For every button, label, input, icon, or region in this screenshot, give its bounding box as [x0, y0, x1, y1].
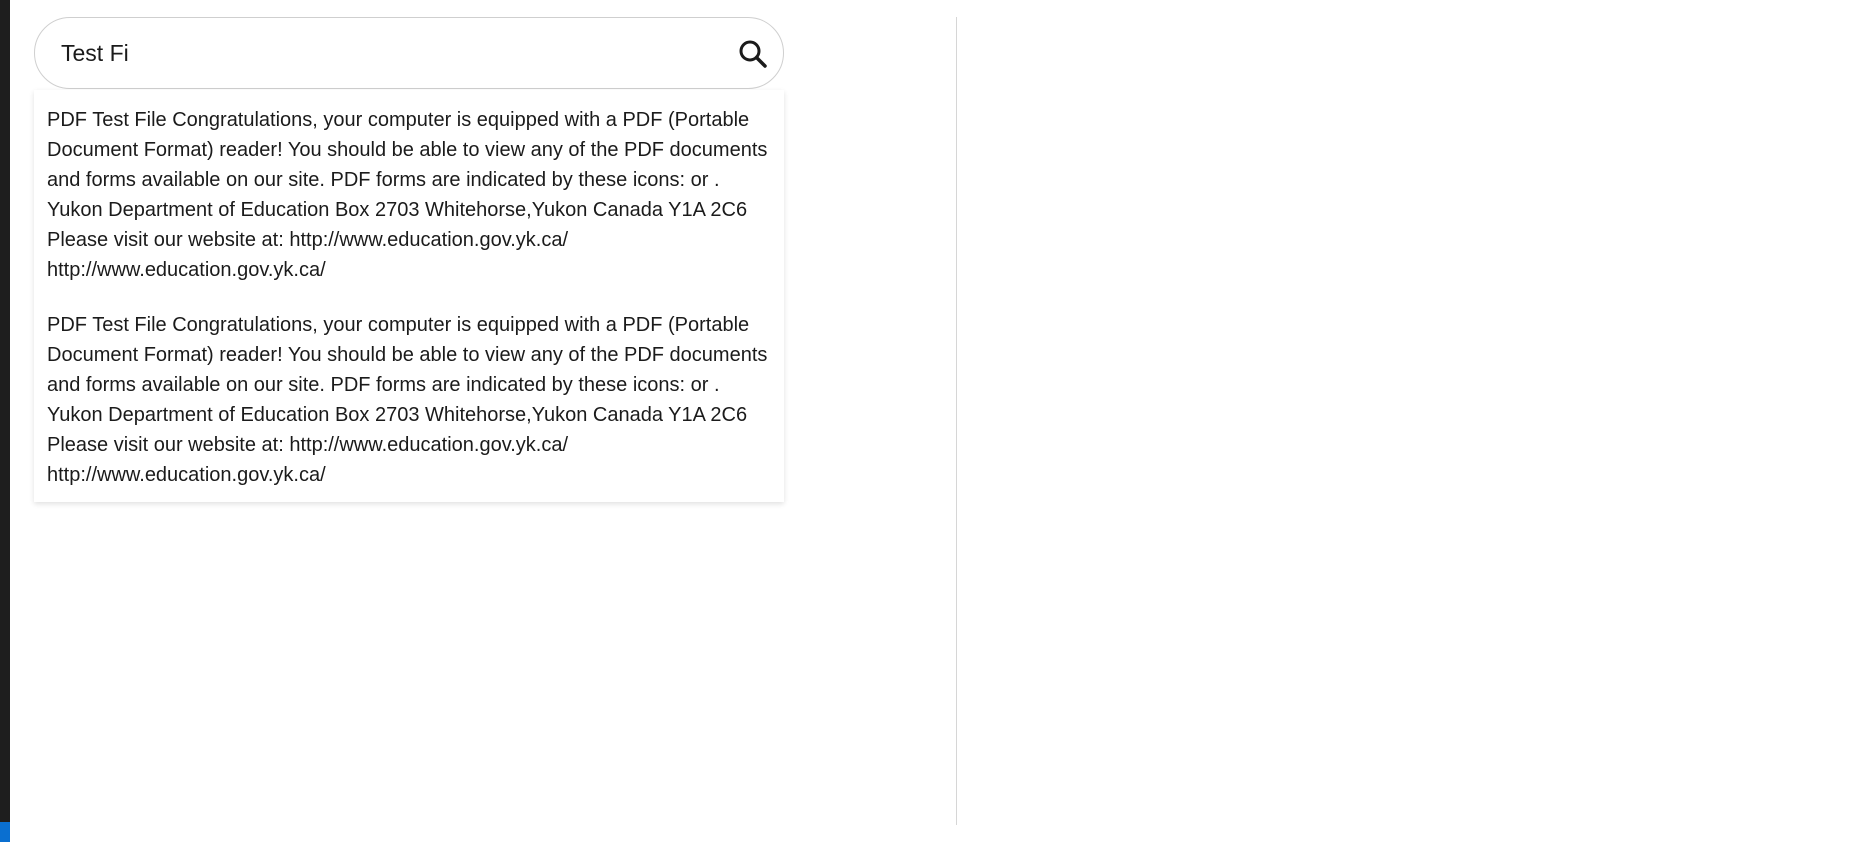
search-results-dropdown: PDF Test File Congratulations, your comp…	[34, 90, 784, 502]
search-result-item[interactable]: PDF Test File Congratulations, your comp…	[47, 105, 772, 285]
search-icon	[739, 40, 767, 68]
search-box	[34, 17, 784, 89]
taskbar-accent	[0, 822, 10, 842]
window-left-edge	[0, 0, 10, 842]
pane-divider	[956, 17, 957, 825]
search-button[interactable]	[733, 34, 773, 74]
search-result-item[interactable]: PDF Test File Congratulations, your comp…	[47, 310, 772, 490]
search-input[interactable]	[61, 33, 701, 73]
